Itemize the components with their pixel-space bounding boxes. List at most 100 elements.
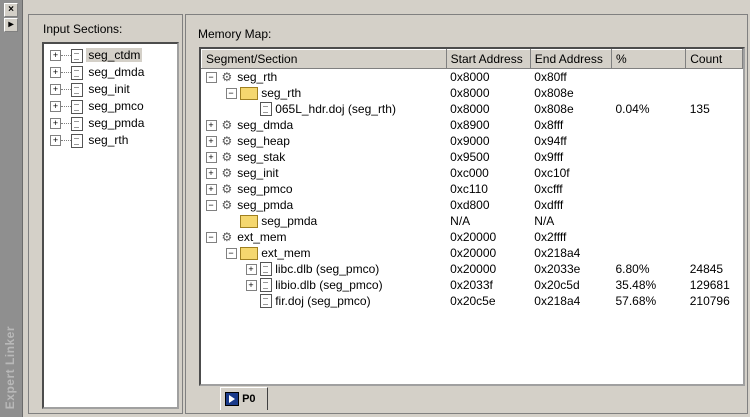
folder-icon <box>239 215 258 229</box>
end-address-cell: 0x2033e <box>534 262 581 276</box>
expand-icon[interactable]: + <box>50 118 61 130</box>
input-section-item[interactable]: + seg_init <box>50 81 132 97</box>
percent-cell <box>611 181 685 197</box>
expand-icon[interactable]: + <box>205 151 217 163</box>
start-address-cell: 0x9500 <box>450 150 490 164</box>
window-title: Expert Linker <box>3 325 17 409</box>
end-address-cell: 0x218a4 <box>534 294 581 308</box>
count-cell <box>686 69 743 86</box>
file-icon <box>259 278 272 293</box>
input-section-item[interactable]: + seg_rth <box>50 132 130 148</box>
memory-segment-icon: ⚙ <box>221 150 233 165</box>
segment-cell: − seg_rth <box>202 85 447 101</box>
expand-icon[interactable]: + <box>50 101 61 113</box>
memory-segment-icon: ⚙ <box>221 182 233 197</box>
pin-icon[interactable]: ▸ <box>4 18 18 32</box>
collapse-icon[interactable]: − <box>225 248 237 260</box>
expand-icon[interactable]: + <box>205 183 217 195</box>
segment-cell: + ⚙ seg_heap <box>202 133 447 149</box>
expand-icon[interactable]: + <box>245 279 257 291</box>
segment-name: seg_pmda <box>237 197 294 212</box>
segment-name: seg_heap <box>237 133 290 148</box>
table-row[interactable]: + ⚙ seg_dmda 0x8900 0x8fff <box>202 117 743 133</box>
memory-segment-icon: ⚙ <box>221 118 233 133</box>
count-cell: 129681 <box>689 278 730 292</box>
end-address-cell: 0x94ff <box>534 134 567 148</box>
segment-name: seg_init <box>237 165 279 180</box>
input-section-item[interactable]: + seg_pmda <box>50 115 146 131</box>
column-header-count[interactable]: Count <box>685 49 743 69</box>
expand-icon[interactable]: + <box>50 135 61 147</box>
table-row[interactable]: + ⚙ seg_init 0xc000 0xc10f <box>202 165 743 181</box>
input-sections-pane: Input Sections: + seg_ctdm + seg_dmda + se… <box>28 14 183 414</box>
start-address-cell: 0xc110 <box>450 182 488 196</box>
percent-cell <box>611 213 685 229</box>
segment-cell: + ⚙ seg_stak <box>202 149 447 165</box>
table-row[interactable]: seg_pmda N/A N/A <box>202 213 743 229</box>
table-row[interactable]: − ⚙ seg_rth 0x8000 0x80ff <box>202 69 743 86</box>
input-sections-tree[interactable]: + seg_ctdm + seg_dmda + seg_init + seg_pmco… <box>42 42 179 409</box>
input-section-item[interactable]: + seg_ctdm <box>50 47 143 63</box>
column-header-segment[interactable]: Segment/Section <box>201 49 447 69</box>
count-cell <box>686 197 743 213</box>
collapse-icon[interactable]: − <box>205 231 217 243</box>
input-section-item[interactable]: + seg_dmda <box>50 64 146 80</box>
percent-cell <box>611 85 685 101</box>
start-address-cell: 0x20000 <box>450 246 497 260</box>
percent-cell <box>611 117 685 133</box>
column-header-start[interactable]: Start Address <box>445 49 531 69</box>
segment-name: seg_pmda <box>261 213 318 228</box>
start-address-cell: 0x20000 <box>450 262 497 276</box>
table-row[interactable]: − ext_mem 0x20000 0x218a4 <box>202 245 743 261</box>
table-row[interactable]: − ⚙ ext_mem 0x20000 0x2ffff <box>202 229 743 245</box>
end-address-cell: 0x9fff <box>534 150 564 164</box>
collapse-icon[interactable]: − <box>225 88 237 100</box>
table-row[interactable]: 065L_hdr.doj (seg_rth) 0x8000 0x808e 0.04% 1… <box>202 101 743 117</box>
memory-segment-icon: ⚙ <box>221 166 233 181</box>
table-row[interactable]: − seg_rth 0x8000 0x808e <box>202 85 743 101</box>
table-row[interactable]: fir.doj (seg_pmco) 0x20c5e 0x218a4 57.68% 21… <box>202 293 743 309</box>
table-row[interactable]: + libc.dlb (seg_pmco) 0x20000 0x2033e 6.80%… <box>202 261 743 277</box>
close-icon[interactable]: × <box>4 3 18 17</box>
file-icon <box>71 65 83 80</box>
table-row[interactable]: − ⚙ seg_pmda 0xd800 0xdfff <box>202 197 743 213</box>
count-cell <box>686 85 743 101</box>
percent-cell <box>611 245 685 261</box>
input-section-label: seg_ctdm <box>86 48 143 62</box>
start-address-cell: 0xc000 <box>450 166 489 180</box>
start-address-cell: 0x9000 <box>450 134 490 148</box>
memory-segment-icon: ⚙ <box>221 230 233 245</box>
expand-icon[interactable]: + <box>50 67 61 79</box>
expand-icon[interactable]: + <box>50 84 61 96</box>
segment-name: 065L_hdr.doj (seg_rth) <box>275 101 396 116</box>
input-section-label: seg_init <box>88 82 130 96</box>
column-header-end[interactable]: End Address <box>529 49 612 69</box>
count-cell <box>686 133 743 149</box>
table-row[interactable]: + libio.dlb (seg_pmco) 0x2033f 0x20c5d 35.4… <box>202 277 743 293</box>
expand-icon[interactable]: + <box>50 50 61 62</box>
expand-icon[interactable]: + <box>245 263 257 275</box>
end-address-cell: 0x808e <box>534 102 574 116</box>
percent-cell <box>611 165 685 181</box>
expand-icon[interactable]: + <box>205 167 217 179</box>
table-row[interactable]: + ⚙ seg_pmco 0xc110 0xcfff <box>202 181 743 197</box>
folder-icon <box>239 247 258 261</box>
memory-map-table[interactable]: Segment/Section Start Address End Addres… <box>199 47 745 386</box>
folder-icon <box>239 87 258 101</box>
collapse-icon[interactable]: − <box>205 71 217 83</box>
table-row[interactable]: + ⚙ seg_stak 0x9500 0x9fff <box>202 149 743 165</box>
input-section-item[interactable]: + seg_pmco <box>50 98 146 114</box>
tab-p0[interactable]: P0 <box>220 387 268 410</box>
memory-map-grid: Segment/Section Start Address End Addres… <box>201 49 743 309</box>
start-address-cell: 0x20c5e <box>450 294 496 308</box>
count-cell <box>686 213 743 229</box>
collapse-icon[interactable]: − <box>205 199 217 211</box>
segment-name: seg_pmco <box>237 181 293 196</box>
segment-cell: + ⚙ seg_dmda <box>202 117 447 133</box>
table-row[interactable]: + ⚙ seg_heap 0x9000 0x94ff <box>202 133 743 149</box>
expand-icon[interactable]: + <box>205 119 217 131</box>
expand-icon[interactable]: + <box>205 135 217 147</box>
segment-cell: fir.doj (seg_pmco) <box>202 293 447 309</box>
column-header-percent[interactable]: % <box>610 49 687 69</box>
end-address-cell: 0xdfff <box>534 198 564 212</box>
